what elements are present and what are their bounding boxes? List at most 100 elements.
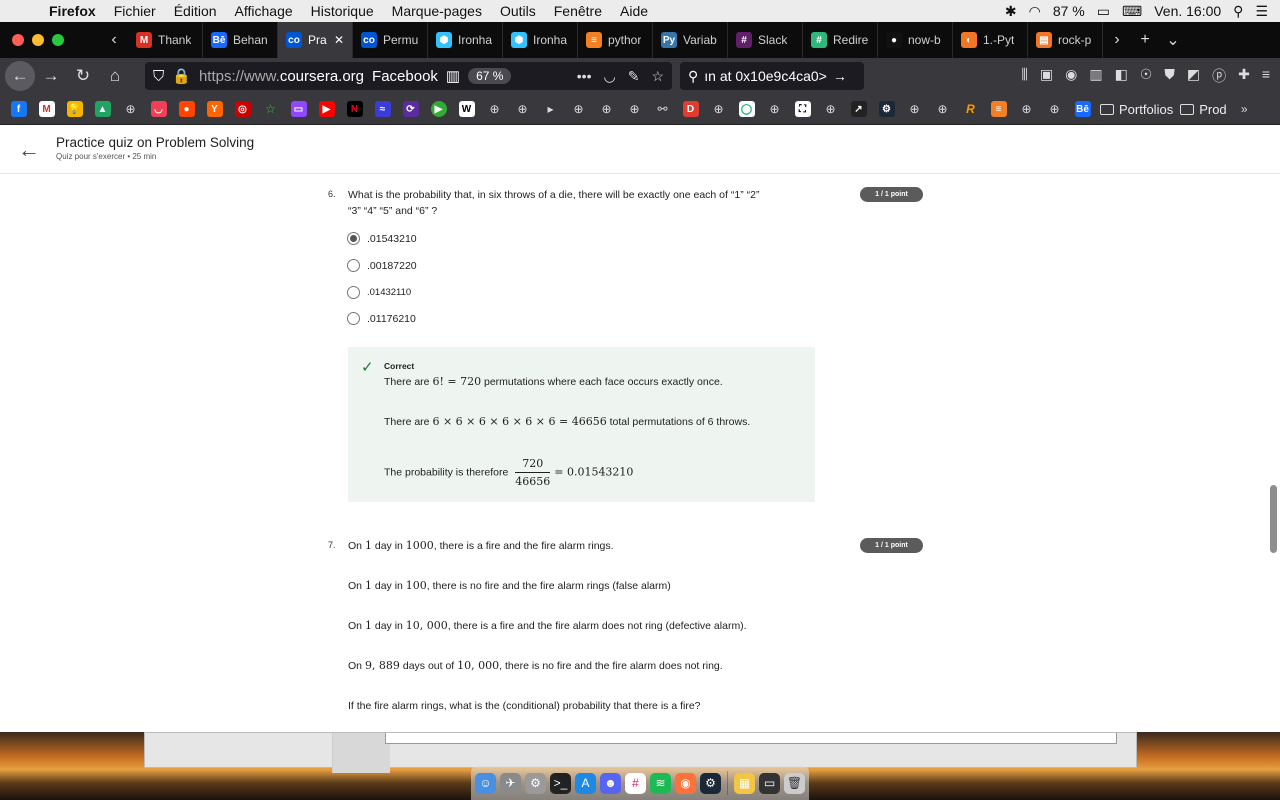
bookmark-globe-icon[interactable]: ⊕: [568, 100, 589, 118]
radio-icon[interactable]: [347, 312, 360, 325]
bookmark-stack-icon[interactable]: ≡: [988, 100, 1009, 118]
bookmark-globe-icon[interactable]: ⊕: [708, 100, 729, 118]
menu-outils[interactable]: Outils: [491, 3, 545, 19]
steam-icon[interactable]: ⚙: [700, 772, 721, 794]
screenshot-icon[interactable]: ✎: [628, 68, 640, 85]
sidebar-icon[interactable]: ▣: [1040, 66, 1053, 86]
browser-tab[interactable]: ● now-b: [878, 22, 953, 58]
bookmark-wave-icon[interactable]: ≈: [372, 100, 393, 118]
keyboard-icon[interactable]: ⌨: [1122, 3, 1142, 20]
extension-translate-icon[interactable]: ◧: [1115, 66, 1128, 86]
bookmark-network-icon[interactable]: ⚯: [652, 100, 673, 118]
discord-icon[interactable]: ☻: [600, 772, 621, 794]
library-icon[interactable]: ⫼: [1021, 66, 1027, 86]
browser-tab[interactable]: # Slack: [728, 22, 803, 58]
question-6-option-4[interactable]: .01176210: [347, 312, 416, 325]
menu-fenetre[interactable]: Fenêtre: [545, 3, 611, 19]
zoom-window-button[interactable]: [52, 34, 64, 46]
slack-icon[interactable]: #: [625, 772, 646, 794]
extension-owl-icon[interactable]: ☉: [1140, 66, 1153, 86]
bookmark-globe-icon[interactable]: ⊕: [120, 100, 141, 118]
bookmark-globe-icon[interactable]: ⊕: [820, 100, 841, 118]
browser-tab[interactable]: ⬢ Ironha: [503, 22, 578, 58]
extensions-icon[interactable]: ✚: [1238, 66, 1250, 86]
bookmark-r-icon[interactable]: R: [960, 100, 981, 118]
bookmark-globe-icon[interactable]: ⊕: [512, 100, 533, 118]
tracking-protection-icon[interactable]: ⛉: [153, 68, 164, 85]
ublock-icon[interactable]: ⛊: [1164, 66, 1175, 86]
bookmark-wikipedia-icon[interactable]: W: [456, 100, 477, 118]
account-icon[interactable]: ◉: [1065, 66, 1077, 86]
spotify-icon[interactable]: ≋: [650, 772, 671, 794]
bookmark-facebook-icon[interactable]: f: [8, 100, 29, 118]
page-actions-icon[interactable]: •••: [577, 68, 592, 85]
question-6-option-2[interactable]: .00187220: [347, 259, 417, 272]
bookmark-globe-icon[interactable]: ⊕: [904, 100, 925, 118]
extension-bars-icon[interactable]: ▥: [1089, 66, 1102, 86]
pinterest-icon[interactable]: ⓟ: [1212, 66, 1226, 86]
extension-arrow-icon[interactable]: ◩: [1187, 66, 1200, 86]
bookmark-globe-icon[interactable]: ⊕: [764, 100, 785, 118]
close-window-button[interactable]: [12, 34, 24, 46]
list-all-tabs-icon[interactable]: ⌄: [1159, 30, 1187, 50]
menu-fichier[interactable]: Fichier: [105, 3, 165, 19]
browser-tab[interactable]: M Thank: [128, 22, 203, 58]
bookmark-folder-prod[interactable]: Prod: [1180, 102, 1227, 117]
menu-edition[interactable]: Édition: [165, 3, 226, 19]
search-input[interactable]: ın at 0x10e9c4ca0>: [704, 68, 827, 84]
search-bar[interactable]: ⚲ ın at 0x10e9c4ca0> →: [680, 62, 864, 90]
bookmark-netflix-icon[interactable]: N: [344, 100, 365, 118]
question-6-option-1[interactable]: .01543210: [347, 232, 417, 245]
url-text[interactable]: https://www.coursera.org: [199, 68, 364, 85]
bookmark-play-icon[interactable]: ▶: [428, 100, 449, 118]
question-6-option-3[interactable]: .01432110: [347, 286, 411, 299]
trash-icon[interactable]: 🗑: [784, 772, 805, 794]
radio-selected-icon[interactable]: [347, 232, 360, 245]
bookmark-star-icon[interactable]: ☆: [260, 100, 281, 118]
menu-icon[interactable]: ≡: [1262, 66, 1270, 86]
pocket-icon[interactable]: ◡: [603, 68, 615, 85]
lock-icon[interactable]: 🔒: [172, 67, 191, 85]
spotlight-search-icon[interactable]: ⚲: [1233, 3, 1243, 20]
back-arrow-icon[interactable]: ←: [18, 137, 40, 163]
bookmark-d-icon[interactable]: D: [680, 100, 701, 118]
reload-button[interactable]: ↻: [67, 66, 99, 86]
bookmark-frame-icon[interactable]: ⛶: [792, 100, 813, 118]
zoom-level-badge[interactable]: 67 %: [468, 68, 512, 84]
bookmarks-overflow-icon[interactable]: »: [1234, 100, 1255, 118]
bookmark-o-icon[interactable]: ◯: [736, 100, 757, 118]
page-scrollbar-thumb[interactable]: [1270, 485, 1277, 553]
bookmark-flow-icon[interactable]: ⟳: [400, 100, 421, 118]
bookmark-globe-icon[interactable]: ⊕: [932, 100, 953, 118]
home-button[interactable]: ⌂: [99, 66, 131, 86]
menu-aide[interactable]: Aide: [611, 3, 657, 19]
scroll-tabs-left-icon[interactable]: ‹: [100, 31, 128, 49]
downloads-icon[interactable]: ▭: [759, 772, 780, 794]
system-preferences-icon[interactable]: ⚙: [525, 772, 546, 794]
menu-app-name[interactable]: Firefox: [40, 3, 105, 19]
bookmark-pocket-icon[interactable]: ◡: [148, 100, 169, 118]
browser-tab[interactable]: ▤ rock-p: [1028, 22, 1103, 58]
bookmark-globe-icon[interactable]: ⊕: [1016, 100, 1037, 118]
bookmark-drive-icon[interactable]: ▲: [92, 100, 113, 118]
clock[interactable]: Ven. 16:00: [1154, 3, 1221, 19]
finder-icon[interactable]: ☺: [475, 772, 496, 794]
bookmark-globe-icon[interactable]: ⊕: [1044, 100, 1065, 118]
radio-icon[interactable]: [347, 259, 360, 272]
browser-tab[interactable]: ◐ 1.-Pyt: [953, 22, 1028, 58]
browser-tab[interactable]: Bē Behan: [203, 22, 278, 58]
browser-tab[interactable]: co Permu: [353, 22, 428, 58]
menu-marque-pages[interactable]: Marque-pages: [383, 3, 491, 19]
back-button[interactable]: ←: [5, 61, 35, 91]
browser-tab[interactable]: co Pra ✕: [278, 22, 353, 58]
browser-tab[interactable]: # Redire: [803, 22, 878, 58]
terminal-icon[interactable]: >_: [550, 772, 571, 794]
bookmark-star-icon[interactable]: ☆: [651, 68, 664, 85]
browser-tab[interactable]: Py Variab: [653, 22, 728, 58]
bookmark-ycombinator-icon[interactable]: Y: [204, 100, 225, 118]
bookmark-behance-icon[interactable]: Bē: [1072, 100, 1093, 118]
bookmark-gmail-icon[interactable]: M: [36, 100, 57, 118]
battery-percent[interactable]: 87 %: [1053, 3, 1085, 19]
bookmark-target-icon[interactable]: ◎: [232, 100, 253, 118]
bluetooth-icon[interactable]: ✱: [1005, 3, 1017, 20]
